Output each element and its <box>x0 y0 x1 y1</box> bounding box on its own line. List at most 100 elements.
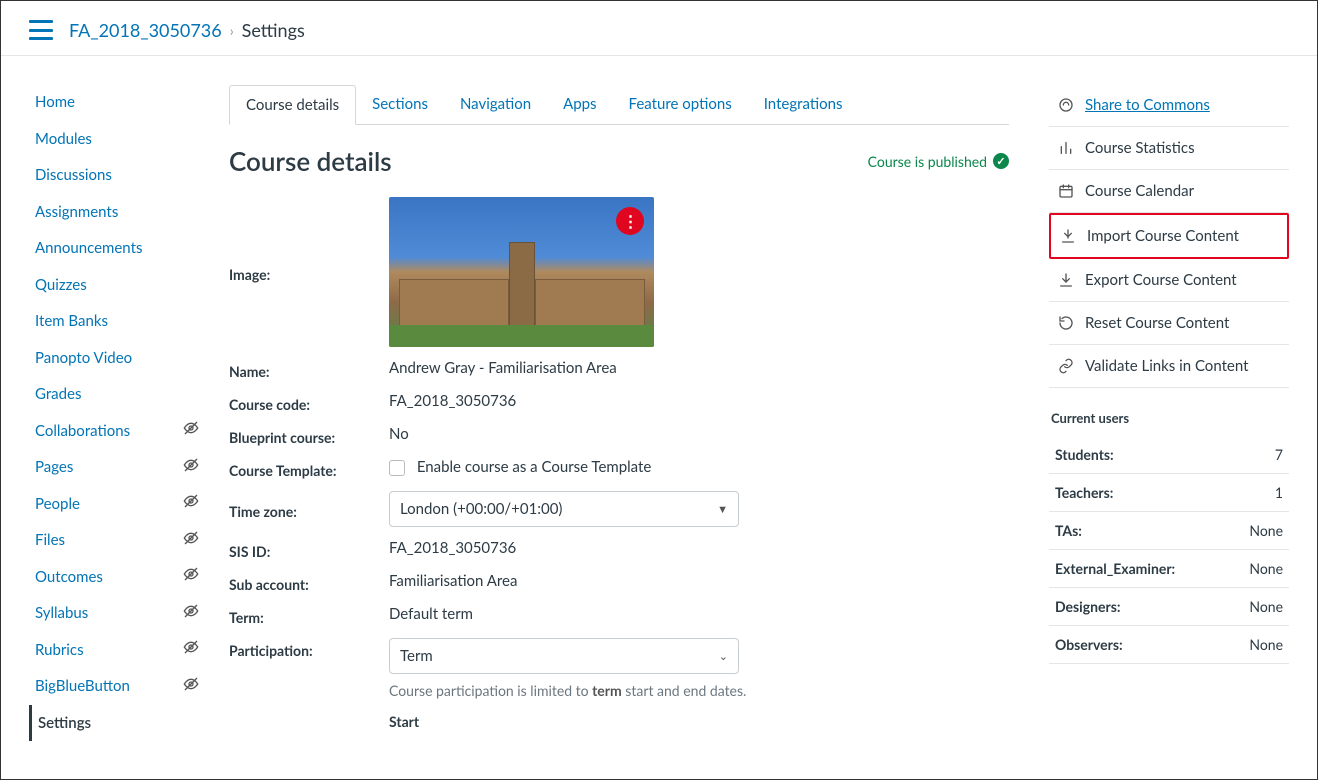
page-title: Course details <box>229 145 392 177</box>
sidebar-item-label: Settings <box>38 712 91 735</box>
sidebar-item-quizzes[interactable]: Quizzes <box>29 267 199 304</box>
tab-navigation[interactable]: Navigation <box>444 85 547 125</box>
sidebar-item-panopto-video[interactable]: Panopto Video <box>29 340 199 377</box>
user-role-label: Designers: <box>1055 598 1120 615</box>
sidebar-item-label: Collaborations <box>35 420 130 443</box>
value-term: Default term <box>389 605 1009 623</box>
value-sis-id: FA_2018_3050736 <box>389 539 1009 557</box>
value-sub-account-link[interactable]: Familiarisation Area <box>389 572 1009 590</box>
label-blueprint: Blueprint course: <box>229 425 369 446</box>
tab-integrations[interactable]: Integrations <box>748 85 859 125</box>
action-course-calendar[interactable]: Course Calendar <box>1049 170 1289 213</box>
label-name: Name: <box>229 359 369 380</box>
more-vertical-icon: ⋮ <box>623 212 638 231</box>
sidebar-item-assignments[interactable]: Assignments <box>29 194 199 231</box>
user-row: External_Examiner: None <box>1049 550 1289 588</box>
template-option-text: Enable course as a Course Template <box>417 458 651 476</box>
label-sis-id: SIS ID: <box>229 539 369 560</box>
tab-feature-options[interactable]: Feature options <box>613 85 748 125</box>
sidebar-item-discussions[interactable]: Discussions <box>29 157 199 194</box>
label-course-code: Course code: <box>229 392 369 413</box>
sidebar-item-rubrics[interactable]: Rubrics <box>29 632 199 669</box>
sidebar-item-pages[interactable]: Pages <box>29 449 199 486</box>
value-course-code: FA_2018_3050736 <box>389 392 1009 410</box>
user-role-count: None <box>1249 598 1283 615</box>
participation-help-text: Course participation is limited to term … <box>389 682 1009 699</box>
sidebar-item-bigbluebutton[interactable]: BigBlueButton <box>29 668 199 705</box>
action-share-to-commons[interactable]: Share to Commons <box>1049 84 1289 127</box>
stats-icon <box>1057 140 1075 156</box>
action-label: Course Statistics <box>1085 139 1195 157</box>
hidden-eye-icon <box>183 566 199 587</box>
participation-select[interactable]: Term ⌄ <box>389 638 739 674</box>
hidden-eye-icon <box>183 530 199 551</box>
course-image: ⋮ <box>389 197 654 347</box>
sidebar-item-label: Files <box>35 529 65 552</box>
user-role-count: None <box>1249 560 1283 577</box>
participation-select-value: Term <box>400 647 433 665</box>
value-name: Andrew Gray - Familiarisation Area <box>389 359 1009 377</box>
sidebar-item-label: Panopto Video <box>35 347 132 370</box>
timezone-select[interactable]: London (+00:00/+01:00) ▼ <box>389 491 739 527</box>
course-image-more-button[interactable]: ⋮ <box>616 207 644 235</box>
sidebar-item-grades[interactable]: Grades <box>29 376 199 413</box>
sidebar-item-home[interactable]: Home <box>29 84 199 121</box>
user-role-label: Observers: <box>1055 636 1123 653</box>
breadcrumb-current: Settings <box>242 19 305 41</box>
sidebar-item-settings[interactable]: Settings <box>29 705 199 742</box>
tab-sections[interactable]: Sections <box>356 85 444 125</box>
action-label: Reset Course Content <box>1085 314 1229 332</box>
top-bar: FA_2018_3050736 › Settings <box>1 1 1317 56</box>
breadcrumb: FA_2018_3050736 › Settings <box>69 19 305 41</box>
sidebar-item-label: BigBlueButton <box>35 675 130 698</box>
sidebar-item-item-banks[interactable]: Item Banks <box>29 303 199 340</box>
import-icon <box>1059 228 1077 244</box>
tab-course-details[interactable]: Course details <box>229 85 356 125</box>
sidebar-item-label: People <box>35 493 80 516</box>
sidebar-item-announcements[interactable]: Announcements <box>29 230 199 267</box>
sidebar-item-collaborations[interactable]: Collaborations <box>29 413 199 450</box>
hamburger-menu-button[interactable] <box>29 20 53 40</box>
hidden-eye-icon <box>183 603 199 624</box>
sidebar-item-label: Modules <box>35 128 92 151</box>
action-label: Import Course Content <box>1087 227 1239 245</box>
sidebar-item-label: Outcomes <box>35 566 103 589</box>
action-import-course-content[interactable]: Import Course Content <box>1049 213 1289 259</box>
action-validate-links-in-content[interactable]: Validate Links in Content <box>1049 345 1289 388</box>
sidebar-item-modules[interactable]: Modules <box>29 121 199 158</box>
breadcrumb-course-link[interactable]: FA_2018_3050736 <box>69 19 222 41</box>
label-image: Image: <box>229 262 369 283</box>
action-label: Validate Links in Content <box>1085 357 1248 375</box>
course-sidebar-nav: Home Modules Discussions AssignmentsAnnounc… <box>29 84 199 741</box>
caret-down-icon: ▼ <box>717 503 728 516</box>
user-row: Designers: None <box>1049 588 1289 626</box>
label-sub-account: Sub account: <box>229 572 369 593</box>
sidebar-item-syllabus[interactable]: Syllabus <box>29 595 199 632</box>
action-reset-course-content[interactable]: Reset Course Content <box>1049 302 1289 345</box>
user-row: TAs:None <box>1049 512 1289 550</box>
export-icon <box>1057 272 1075 288</box>
sidebar-item-people[interactable]: People <box>29 486 199 523</box>
sidebar-item-label: Discussions <box>35 164 112 187</box>
published-status: Course is published ✓ <box>868 153 1009 170</box>
sidebar-item-outcomes[interactable]: Outcomes <box>29 559 199 596</box>
user-role-label: External_Examiner: <box>1055 560 1175 577</box>
hidden-eye-icon <box>183 457 199 478</box>
sidebar-item-label: Pages <box>35 456 73 479</box>
label-timezone: Time zone: <box>229 499 369 520</box>
settings-actions-sidebar: Share to Commons Course Statistics Course … <box>1049 84 1289 741</box>
action-export-course-content[interactable]: Export Course Content <box>1049 259 1289 302</box>
link-icon <box>1057 358 1075 374</box>
user-role-label: Students: <box>1055 446 1114 463</box>
template-checkbox[interactable] <box>389 460 405 476</box>
action-label: Share to Commons <box>1085 96 1210 114</box>
user-row: Observers:None <box>1049 626 1289 664</box>
action-label: Course Calendar <box>1085 182 1194 200</box>
chevron-right-icon: › <box>230 22 234 39</box>
user-role-label: Teachers: <box>1055 484 1113 501</box>
action-course-statistics[interactable]: Course Statistics <box>1049 127 1289 170</box>
hidden-eye-icon <box>183 420 199 441</box>
sidebar-item-files[interactable]: Files <box>29 522 199 559</box>
user-role-label: TAs: <box>1055 522 1082 539</box>
tab-apps[interactable]: Apps <box>547 85 612 125</box>
